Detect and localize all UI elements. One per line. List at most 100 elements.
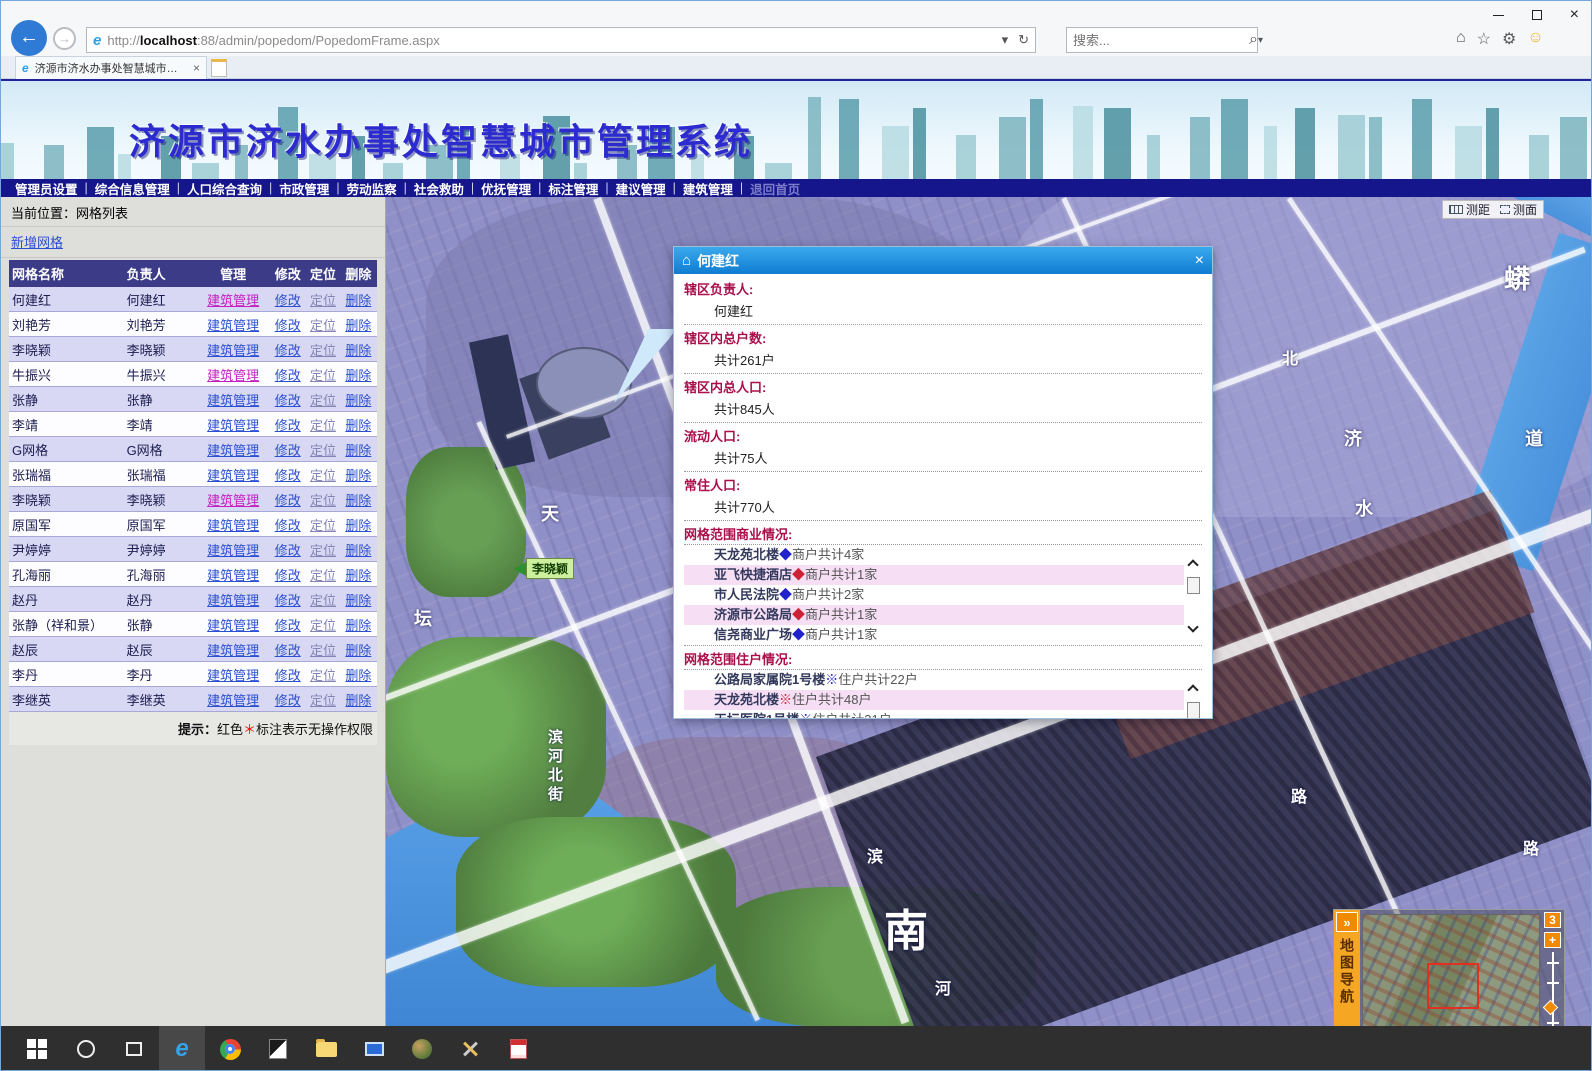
nav-item-4[interactable]: 劳动监察 bbox=[343, 179, 401, 198]
scroll-thumb[interactable] bbox=[1187, 577, 1200, 594]
locate-link[interactable]: 定位 bbox=[310, 293, 336, 308]
nav-item-2[interactable]: 人口综合查询 bbox=[183, 179, 266, 198]
popup-list-item[interactable]: 济源市公路局◆商户共计1家 bbox=[684, 605, 1184, 625]
locate-link[interactable]: 定位 bbox=[310, 393, 336, 408]
cortana-taskbar-icon[interactable] bbox=[63, 1026, 109, 1071]
delete-link[interactable]: 删除 bbox=[345, 693, 371, 708]
delete-link[interactable]: 删除 bbox=[345, 593, 371, 608]
favorites-star-icon[interactable]: ☆ bbox=[1477, 29, 1491, 49]
locate-link[interactable]: 定位 bbox=[310, 643, 336, 658]
delete-link[interactable]: 删除 bbox=[345, 318, 371, 333]
building-manage-link[interactable]: 建筑管理 bbox=[207, 343, 259, 358]
locate-link[interactable]: 定位 bbox=[310, 468, 336, 483]
building-manage-link[interactable]: 建筑管理 bbox=[207, 518, 259, 533]
task-view-taskbar-icon[interactable] bbox=[111, 1026, 157, 1071]
delete-link[interactable]: 删除 bbox=[345, 343, 371, 358]
forward-button[interactable]: → bbox=[53, 27, 76, 50]
modify-link[interactable]: 修改 bbox=[275, 543, 301, 558]
search-dropdown-icon[interactable]: ▾ bbox=[1258, 35, 1263, 46]
devices-taskbar-icon[interactable] bbox=[351, 1026, 397, 1071]
delete-link[interactable]: 删除 bbox=[345, 668, 371, 683]
building-manage-link[interactable]: 建筑管理 bbox=[207, 418, 259, 433]
nav-item-home[interactable]: 退回首页 bbox=[746, 179, 804, 198]
business-scrollbar[interactable] bbox=[1185, 545, 1201, 645]
delete-link[interactable]: 删除 bbox=[345, 643, 371, 658]
browser-tab[interactable]: e 济源市济水办事处智慧城市… × bbox=[15, 56, 207, 79]
locate-link[interactable]: 定位 bbox=[310, 443, 336, 458]
locate-link[interactable]: 定位 bbox=[310, 518, 336, 533]
popup-list-item[interactable]: 公路局家属院1号楼※住户共计22户 bbox=[684, 670, 1184, 690]
nav-item-8[interactable]: 建议管理 bbox=[612, 179, 670, 198]
feedback-smiley-icon[interactable]: ☺ bbox=[1527, 29, 1543, 49]
locate-link[interactable]: 定位 bbox=[310, 543, 336, 558]
new-tab-button[interactable] bbox=[211, 59, 227, 77]
building-manage-link[interactable]: 建筑管理 bbox=[207, 368, 259, 383]
building-manage-link[interactable]: 建筑管理 bbox=[207, 318, 259, 333]
file-explorer-taskbar-icon[interactable] bbox=[303, 1026, 349, 1071]
building-manage-link[interactable]: 建筑管理 bbox=[207, 593, 259, 608]
modify-link[interactable]: 修改 bbox=[275, 418, 301, 433]
delete-link[interactable]: 删除 bbox=[345, 493, 371, 508]
scroll-thumb[interactable] bbox=[1187, 702, 1200, 718]
locate-link[interactable]: 定位 bbox=[310, 693, 336, 708]
modify-link[interactable]: 修改 bbox=[275, 643, 301, 658]
nav-item-1[interactable]: 综合信息管理 bbox=[91, 179, 174, 198]
delete-link[interactable]: 删除 bbox=[345, 618, 371, 633]
chrome-taskbar-icon[interactable] bbox=[207, 1026, 253, 1071]
start-taskbar-icon[interactable] bbox=[15, 1026, 61, 1071]
popup-list-item[interactable]: 天龙苑北楼◆商户共计4家 bbox=[684, 545, 1184, 565]
popup-list-item[interactable]: 天龙苑北楼※住户共计48户 bbox=[684, 690, 1184, 710]
map-canvas[interactable]: 蟒天坛滨河北街滨河南济水道路路北 测距 测面 李晓颖 ⌂ 何建红 × 辖区负责人… bbox=[386, 197, 1592, 1026]
zoom-slider-knob[interactable] bbox=[1543, 1000, 1559, 1016]
building-manage-link[interactable]: 建筑管理 bbox=[207, 643, 259, 658]
modify-link[interactable]: 修改 bbox=[275, 493, 301, 508]
building-manage-link[interactable]: 建筑管理 bbox=[207, 668, 259, 683]
refresh-icon[interactable]: ↻ bbox=[1018, 32, 1029, 48]
nav-item-5[interactable]: 社会救助 bbox=[410, 179, 468, 198]
tab-close-icon[interactable]: × bbox=[193, 61, 200, 75]
popup-list-item[interactable]: 亚飞快捷酒店◆商户共计1家 bbox=[684, 565, 1184, 585]
locate-link[interactable]: 定位 bbox=[310, 668, 336, 683]
nav-item-6[interactable]: 优抚管理 bbox=[477, 179, 535, 198]
modify-link[interactable]: 修改 bbox=[275, 668, 301, 683]
building-manage-link[interactable]: 建筑管理 bbox=[207, 293, 259, 308]
nav-item-0[interactable]: 管理员设置 bbox=[11, 179, 82, 198]
locate-link[interactable]: 定位 bbox=[310, 568, 336, 583]
nav-item-7[interactable]: 标注管理 bbox=[544, 179, 602, 198]
popup-list-item[interactable]: 市人民法院◆商户共计2家 bbox=[684, 585, 1184, 605]
delete-link[interactable]: 删除 bbox=[345, 368, 371, 383]
minimize-button[interactable] bbox=[1493, 15, 1504, 16]
delete-link[interactable]: 删除 bbox=[345, 518, 371, 533]
building-manage-link[interactable]: 建筑管理 bbox=[207, 543, 259, 558]
modify-link[interactable]: 修改 bbox=[275, 293, 301, 308]
modify-link[interactable]: 修改 bbox=[275, 518, 301, 533]
settings-gear-icon[interactable]: ⚙ bbox=[1502, 29, 1516, 49]
delete-link[interactable]: 删除 bbox=[345, 393, 371, 408]
delete-link[interactable]: 删除 bbox=[345, 443, 371, 458]
building-manage-link[interactable]: 建筑管理 bbox=[207, 468, 259, 483]
map-marker[interactable]: 李晓颖 bbox=[514, 558, 574, 579]
building-manage-link[interactable]: 建筑管理 bbox=[207, 618, 259, 633]
popup-list-item[interactable]: 信尧商业广场◆商户共计1家 bbox=[684, 625, 1184, 645]
delete-link[interactable]: 删除 bbox=[345, 468, 371, 483]
search-icon[interactable]: ⌕ bbox=[1249, 31, 1258, 49]
locate-link[interactable]: 定位 bbox=[310, 593, 336, 608]
building-manage-link[interactable]: 建筑管理 bbox=[207, 693, 259, 708]
delete-link[interactable]: 删除 bbox=[345, 543, 371, 558]
delete-link[interactable]: 删除 bbox=[345, 418, 371, 433]
resident-scrollbar[interactable] bbox=[1185, 670, 1201, 718]
building-manage-link[interactable]: 建筑管理 bbox=[207, 393, 259, 408]
delete-link[interactable]: 删除 bbox=[345, 293, 371, 308]
minimap-viewport-rect[interactable] bbox=[1427, 963, 1479, 1009]
nav-item-3[interactable]: 市政管理 bbox=[275, 179, 333, 198]
search-input[interactable] bbox=[1073, 33, 1249, 48]
scroll-up-icon[interactable] bbox=[1187, 559, 1198, 570]
popup-list-item[interactable]: 天坛医院1号楼※住户共计31户 bbox=[684, 710, 1184, 718]
search-box[interactable]: ⌕ ▾ bbox=[1066, 27, 1258, 53]
zoom-in-button[interactable]: + bbox=[1544, 932, 1561, 948]
notepad-taskbar-icon[interactable] bbox=[255, 1026, 301, 1071]
locate-link[interactable]: 定位 bbox=[310, 368, 336, 383]
document-red-taskbar-icon[interactable] bbox=[495, 1026, 541, 1071]
delete-link[interactable]: 删除 bbox=[345, 568, 371, 583]
maximize-button[interactable] bbox=[1532, 10, 1542, 20]
